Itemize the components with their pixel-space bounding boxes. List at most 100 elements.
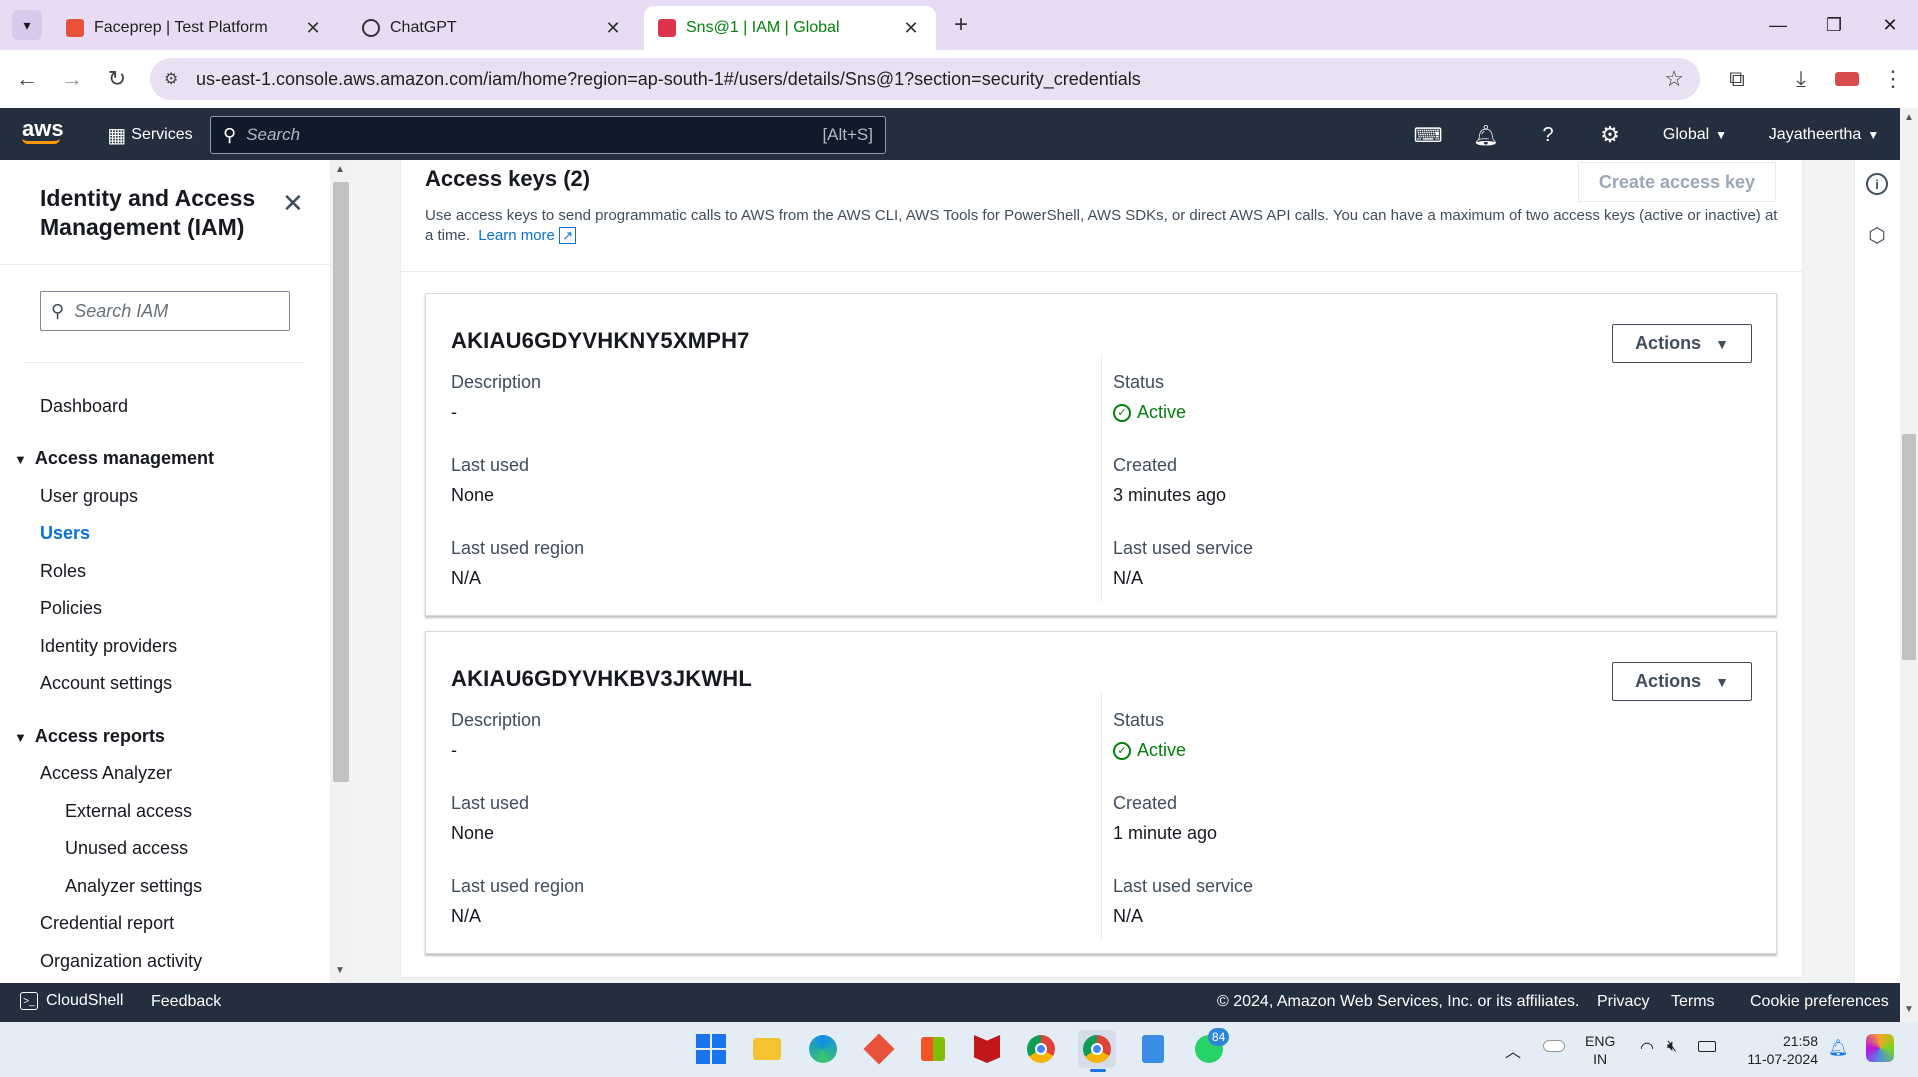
settings-gear-icon[interactable]: ⚙ bbox=[1590, 118, 1630, 152]
feedback-link[interactable]: Feedback bbox=[151, 993, 221, 1011]
copyright-text: © 2024, Amazon Web Services, Inc. or its… bbox=[1217, 993, 1580, 1010]
privacy-link[interactable]: Privacy bbox=[1597, 993, 1649, 1011]
browser-tab-faceprep[interactable]: Faceprep | Test Platform ✕ bbox=[52, 6, 338, 50]
tab-title: ChatGPT bbox=[390, 19, 457, 36]
notifications-bell-icon[interactable]: 🔔︎ bbox=[1466, 118, 1506, 152]
forward-icon[interactable]: → bbox=[55, 62, 89, 96]
sidebar-item-users[interactable]: Users bbox=[40, 523, 90, 544]
scroll-down-icon[interactable]: ▼ bbox=[335, 965, 345, 976]
status-value: Active bbox=[1137, 402, 1187, 422]
aws-search-input[interactable]: ⚲ Search [Alt+S] bbox=[210, 116, 886, 154]
volume-muted-icon[interactable]: 🔇︎ bbox=[1667, 1038, 1677, 1056]
address-bar[interactable]: ⚙ us-east-1.console.aws.amazon.com/iam/h… bbox=[150, 58, 1700, 100]
last-used-region-label: Last used region bbox=[451, 876, 585, 896]
scroll-down-icon[interactable]: ▼ bbox=[1904, 1004, 1914, 1015]
close-tab-icon[interactable]: ✕ bbox=[602, 18, 624, 39]
chrome-icon[interactable] bbox=[1022, 1030, 1060, 1068]
cookie-preferences-link[interactable]: Cookie preferences bbox=[1750, 993, 1889, 1011]
browser-menu-icon[interactable]: ⋮ bbox=[1876, 62, 1910, 96]
sidebar-item-account-settings[interactable]: Account settings bbox=[40, 673, 172, 694]
notepad-icon[interactable] bbox=[1134, 1030, 1172, 1068]
extensions-icon[interactable]: ⧉ bbox=[1720, 62, 1754, 96]
learn-more-link[interactable]: Learn more ↗ bbox=[478, 227, 576, 244]
cloudshell-button[interactable]: >_ CloudShell bbox=[20, 992, 123, 1010]
sidebar-item-access-analyzer[interactable]: Access Analyzer bbox=[40, 763, 172, 784]
create-access-key-button[interactable]: Create access key bbox=[1578, 162, 1776, 202]
section-access-reports[interactable]: ▼ Access reports bbox=[14, 726, 165, 747]
actions-label: Actions bbox=[1635, 671, 1702, 691]
sidebar-scrollbar[interactable]: ▲ ▼ bbox=[330, 160, 352, 983]
profile-avatar[interactable] bbox=[1830, 62, 1864, 96]
close-tab-icon[interactable]: ✕ bbox=[302, 18, 324, 39]
scrollbar-thumb[interactable] bbox=[333, 182, 349, 782]
download-icon[interactable]: ⤓ bbox=[1784, 62, 1818, 96]
sidebar-item-user-groups[interactable]: User groups bbox=[40, 486, 138, 507]
sidebar-item-external-access[interactable]: External access bbox=[65, 801, 192, 822]
sidebar-item-unused-access[interactable]: Unused access bbox=[65, 838, 188, 859]
last-used-region-label: Last used region bbox=[451, 538, 585, 558]
clock[interactable]: 21:58 11-07-2024 bbox=[1728, 1032, 1818, 1068]
actions-button[interactable]: Actions ▼ bbox=[1612, 324, 1752, 363]
sidebar-item-analyzer-settings[interactable]: Analyzer settings bbox=[65, 876, 202, 897]
aws-logo[interactable]: aws bbox=[22, 118, 64, 144]
onedrive-cloud-icon[interactable] bbox=[1543, 1040, 1565, 1052]
hexagon-icon[interactable]: ⬡ bbox=[1866, 224, 1888, 247]
reload-icon[interactable]: ↻ bbox=[100, 62, 134, 96]
copilot-icon[interactable] bbox=[1866, 1034, 1894, 1062]
page-scrollbar[interactable]: ▲ ▼ bbox=[1900, 108, 1918, 1022]
account-menu[interactable]: Jayatheertha ▼ bbox=[1758, 118, 1890, 152]
file-explorer-icon[interactable] bbox=[748, 1030, 786, 1068]
terminal-icon: >_ bbox=[20, 992, 38, 1010]
sidebar-item-credential-report[interactable]: Credential report bbox=[40, 913, 174, 934]
sidebar-item-roles[interactable]: Roles bbox=[40, 561, 86, 582]
cloudshell-icon[interactable]: ⌨ bbox=[1408, 118, 1448, 152]
scroll-up-icon[interactable]: ▲ bbox=[1904, 112, 1914, 123]
sidebar-item-dashboard[interactable]: Dashboard bbox=[40, 396, 128, 417]
chrome-profile-icon[interactable] bbox=[1078, 1030, 1116, 1068]
chevron-up-icon[interactable]: ︿ bbox=[1505, 1038, 1521, 1062]
mcafee-icon[interactable] bbox=[968, 1030, 1006, 1068]
terms-link[interactable]: Terms bbox=[1671, 993, 1715, 1011]
notification-bell-icon[interactable]: 🔔︎ bbox=[1828, 1038, 1848, 1058]
site-info-icon[interactable]: ⚙ bbox=[164, 69, 178, 89]
new-tab-icon[interactable]: + bbox=[946, 10, 976, 40]
windows-start-icon[interactable] bbox=[692, 1030, 730, 1068]
services-menu[interactable]: ▦ Services bbox=[100, 118, 200, 152]
app-icon[interactable] bbox=[860, 1030, 898, 1068]
back-icon[interactable]: ← bbox=[10, 62, 44, 96]
close-tab-icon[interactable]: ✕ bbox=[900, 18, 922, 39]
region-selector[interactable]: Global ▼ bbox=[1650, 118, 1740, 152]
minimize-icon[interactable]: — bbox=[1750, 0, 1806, 50]
restore-icon[interactable]: ❐ bbox=[1806, 0, 1862, 50]
access-keys-panel: Access keys (2) Create access key Use ac… bbox=[400, 160, 1803, 978]
sidebar-item-identity-providers[interactable]: Identity providers bbox=[40, 636, 177, 657]
info-icon[interactable]: i bbox=[1866, 173, 1888, 195]
search-iam-input[interactable]: ⚲ Search IAM bbox=[40, 291, 290, 331]
battery-icon[interactable] bbox=[1698, 1041, 1716, 1052]
tab-search-dropdown-icon[interactable]: ▾ bbox=[12, 10, 42, 40]
wifi-icon[interactable]: ◠ bbox=[1640, 1038, 1654, 1058]
caret-down-icon: ▼ bbox=[1715, 673, 1729, 690]
divider bbox=[401, 271, 1802, 272]
bookmark-star-icon[interactable]: ☆ bbox=[1664, 66, 1684, 92]
scrollbar-thumb[interactable] bbox=[1902, 434, 1916, 660]
windows-taskbar bbox=[0, 1022, 1918, 1077]
browser-tab-iam[interactable]: Sns@1 | IAM | Global ✕ bbox=[644, 6, 936, 50]
scroll-up-icon[interactable]: ▲ bbox=[335, 164, 345, 175]
close-sidebar-icon[interactable]: ✕ bbox=[282, 188, 304, 219]
browser-tab-chatgpt[interactable]: ChatGPT ✕ bbox=[348, 6, 638, 50]
sidebar-item-organization-activity[interactable]: Organization activity bbox=[40, 951, 202, 972]
edge-icon[interactable] bbox=[804, 1030, 842, 1068]
url-text: us-east-1.console.aws.amazon.com/iam/hom… bbox=[196, 68, 1141, 89]
actions-label: Actions bbox=[1635, 333, 1702, 353]
actions-button[interactable]: Actions ▼ bbox=[1612, 662, 1752, 701]
language-indicator[interactable]: ENG IN bbox=[1585, 1032, 1615, 1068]
section-access-management[interactable]: ▼ Access management bbox=[14, 448, 214, 469]
help-icon[interactable]: ? bbox=[1528, 118, 1568, 152]
store-icon[interactable] bbox=[914, 1030, 952, 1068]
sidebar-item-policies[interactable]: Policies bbox=[40, 598, 102, 619]
close-window-icon[interactable]: ✕ bbox=[1862, 0, 1918, 50]
access-keys-heading: Access keys (2) bbox=[425, 166, 591, 191]
caret-down-icon: ▼ bbox=[1715, 128, 1728, 142]
search-icon: ⚲ bbox=[51, 300, 65, 321]
